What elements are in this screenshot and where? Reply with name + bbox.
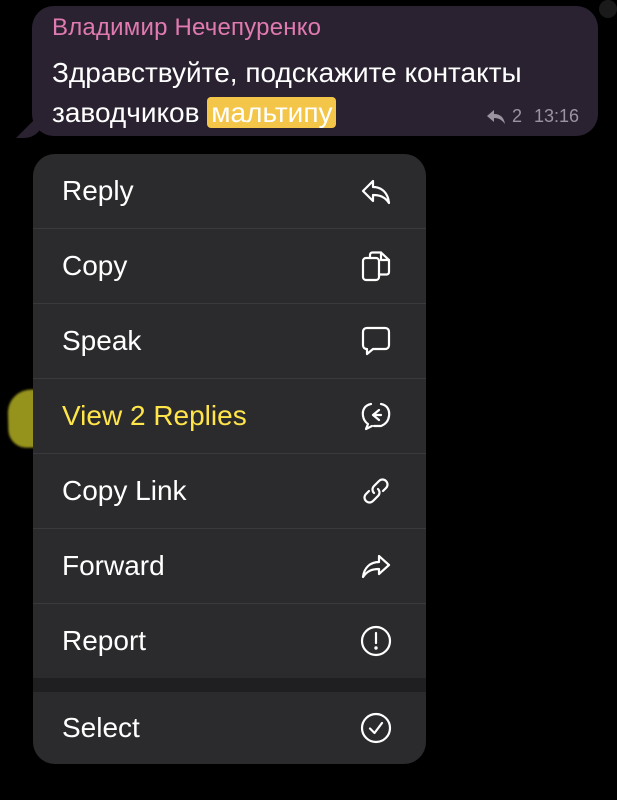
menu-item-label: Forward (62, 550, 165, 581)
exclamation-circle-icon (358, 623, 394, 659)
reply-count-icon (486, 109, 505, 124)
message-time: 13:16 (533, 106, 579, 126)
forward-icon (358, 548, 394, 584)
menu-item-label: Speak (62, 325, 142, 356)
menu-item-view-replies[interactable]: View 2 Replies (33, 379, 426, 454)
menu-item-copy-link[interactable]: Copy Link (33, 454, 426, 529)
menu-item-label: Copy Link (62, 475, 187, 506)
menu-item-report[interactable]: Report (33, 604, 426, 678)
menu-item-reply[interactable]: Reply (33, 154, 426, 229)
menu-item-label: Report (62, 625, 147, 656)
reply-icon (358, 173, 394, 209)
copy-icon (358, 248, 394, 284)
checkmark-circle-icon (358, 710, 394, 746)
menu-section-separator (33, 678, 426, 692)
menu-item-copy[interactable]: Copy (33, 229, 426, 304)
menu-item-label: Copy (62, 250, 128, 281)
menu-item-label: Select (62, 712, 140, 743)
context-menu: Reply Copy Speak View 2 Replies Copy Lin… (33, 154, 426, 764)
thread-replies-icon (358, 398, 394, 434)
menu-item-speak[interactable]: Speak (33, 304, 426, 379)
speech-bubble-icon (358, 323, 394, 359)
link-icon (358, 473, 394, 509)
menu-item-label: Reply (62, 175, 134, 206)
sender-name[interactable]: Владимир Нечепуренко (52, 14, 321, 42)
search-highlight: мальтипу (207, 97, 337, 128)
menu-item-label: View 2 Replies (62, 400, 247, 431)
corner-indicator (599, 0, 617, 18)
message-meta: 2 13:16 (486, 106, 579, 127)
menu-item-select[interactable]: Select (33, 692, 426, 764)
menu-item-forward[interactable]: Forward (33, 529, 426, 604)
reply-count: 2 (511, 106, 522, 126)
